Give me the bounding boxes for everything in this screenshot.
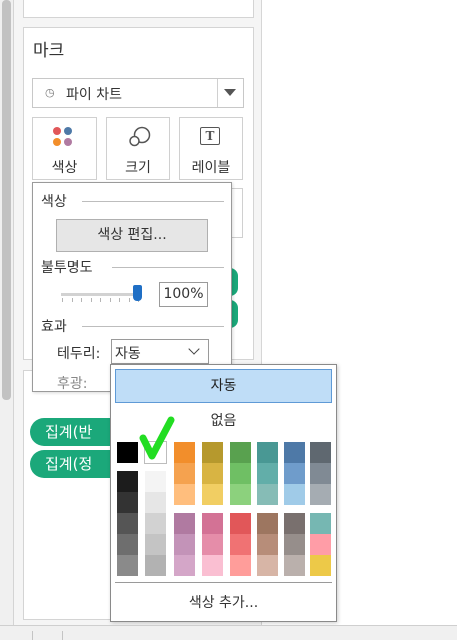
color-swatch[interactable] bbox=[284, 555, 305, 576]
color-swatch[interactable] bbox=[284, 513, 305, 534]
panel-card-top bbox=[23, 0, 254, 18]
color-dot bbox=[53, 127, 61, 135]
color-swatch[interactable] bbox=[117, 513, 138, 534]
border-label: 테두리: bbox=[57, 346, 101, 362]
color-swatch[interactable] bbox=[145, 492, 166, 513]
color-swatch[interactable] bbox=[174, 534, 195, 555]
color-button-label: 색상 bbox=[51, 160, 78, 176]
status-bar-divider bbox=[32, 631, 33, 640]
caret-down-icon[interactable] bbox=[224, 89, 236, 96]
border-select-value: 자동 bbox=[115, 346, 141, 362]
pie-chart-icon: ◷ bbox=[45, 86, 55, 99]
color-swatch[interactable] bbox=[117, 492, 138, 513]
slider-tick bbox=[128, 298, 130, 302]
marks-card-title: 마크 bbox=[33, 41, 65, 61]
halo-label: 후광: bbox=[57, 376, 88, 392]
color-swatch[interactable] bbox=[145, 513, 166, 534]
slider-tick bbox=[71, 298, 73, 302]
color-swatch[interactable] bbox=[230, 513, 251, 534]
effects-section-title: 효과 bbox=[41, 319, 67, 335]
color-swatch[interactable] bbox=[145, 534, 166, 555]
color-swatch[interactable] bbox=[257, 555, 278, 576]
color-swatch[interactable] bbox=[202, 484, 223, 505]
color-swatch[interactable] bbox=[174, 442, 195, 463]
status-bar-divider bbox=[62, 631, 63, 640]
color-swatch[interactable] bbox=[257, 484, 278, 505]
color-swatch[interactable] bbox=[117, 442, 138, 463]
size-button-label: 크기 bbox=[125, 160, 151, 176]
color-swatch[interactable] bbox=[230, 534, 251, 555]
color-swatch[interactable] bbox=[174, 463, 195, 484]
mark-type-value: 파이 차트 bbox=[66, 87, 122, 103]
slider-tick bbox=[100, 298, 101, 302]
color-swatch[interactable] bbox=[310, 442, 331, 463]
section-divider bbox=[82, 201, 224, 202]
color-swatch[interactable] bbox=[257, 534, 278, 555]
color-swatch[interactable] bbox=[202, 463, 223, 484]
color-dot bbox=[64, 138, 72, 146]
status-bar bbox=[0, 625, 457, 640]
slider-tick bbox=[90, 298, 92, 302]
color-swatch[interactable] bbox=[310, 534, 331, 555]
dropdown-divider bbox=[217, 79, 218, 107]
color-dot bbox=[53, 138, 61, 146]
color-swatch[interactable] bbox=[310, 555, 331, 576]
size-circles-icon bbox=[129, 126, 151, 147]
color-swatch[interactable] bbox=[145, 471, 166, 492]
color-swatch[interactable] bbox=[230, 484, 251, 505]
section-divider bbox=[82, 326, 224, 327]
swatch-divider bbox=[115, 582, 332, 583]
color-swatch[interactable] bbox=[174, 555, 195, 576]
more-colors-option[interactable]: 색상 추가... bbox=[115, 592, 332, 612]
selected-checkmark-icon bbox=[139, 416, 175, 460]
mark-type-dropdown[interactable] bbox=[32, 78, 244, 108]
color-swatch[interactable] bbox=[284, 484, 305, 505]
color-swatch[interactable] bbox=[174, 513, 195, 534]
color-swatch[interactable] bbox=[202, 513, 223, 534]
color-swatch[interactable] bbox=[230, 555, 251, 576]
color-dot bbox=[64, 127, 72, 135]
color-swatch[interactable] bbox=[284, 463, 305, 484]
opacity-value-input[interactable]: 100% bbox=[159, 282, 208, 307]
text-label-icon: T bbox=[200, 127, 220, 145]
color-section-title: 색상 bbox=[41, 194, 67, 210]
edit-colors-button[interactable]: 색상 편집... bbox=[56, 219, 208, 252]
color-swatch[interactable] bbox=[257, 513, 278, 534]
slider-tick bbox=[119, 298, 120, 302]
automatic-color-option[interactable]: 자동 bbox=[115, 369, 332, 403]
color-swatch[interactable] bbox=[310, 513, 331, 534]
label-button-label: 레이블 bbox=[191, 160, 231, 176]
color-swatch[interactable] bbox=[202, 442, 223, 463]
opacity-slider-thumb[interactable] bbox=[133, 285, 142, 301]
color-swatch[interactable] bbox=[202, 534, 223, 555]
color-swatch[interactable] bbox=[117, 534, 138, 555]
color-swatch[interactable] bbox=[310, 484, 331, 505]
opacity-slider-track[interactable] bbox=[61, 293, 141, 296]
color-swatch[interactable] bbox=[284, 442, 305, 463]
slider-tick bbox=[62, 298, 63, 302]
opacity-section-title: 불투명도 bbox=[41, 260, 93, 276]
color-swatch[interactable] bbox=[117, 471, 138, 492]
slider-tick bbox=[81, 298, 82, 302]
detail-button-edge[interactable] bbox=[232, 188, 243, 238]
left-scrollbar-thumb[interactable] bbox=[2, 0, 11, 400]
color-dots-icon bbox=[52, 126, 74, 148]
slider-tick bbox=[109, 298, 111, 302]
section-divider bbox=[112, 267, 224, 268]
color-swatch[interactable] bbox=[117, 555, 138, 576]
color-swatch[interactable] bbox=[174, 484, 195, 505]
color-swatch[interactable] bbox=[230, 442, 251, 463]
color-swatch[interactable] bbox=[257, 442, 278, 463]
color-swatch[interactable] bbox=[145, 555, 166, 576]
color-swatch[interactable] bbox=[257, 463, 278, 484]
color-swatch[interactable] bbox=[230, 463, 251, 484]
color-swatch[interactable] bbox=[202, 555, 223, 576]
color-swatch[interactable] bbox=[310, 463, 331, 484]
color-swatch[interactable] bbox=[284, 534, 305, 555]
